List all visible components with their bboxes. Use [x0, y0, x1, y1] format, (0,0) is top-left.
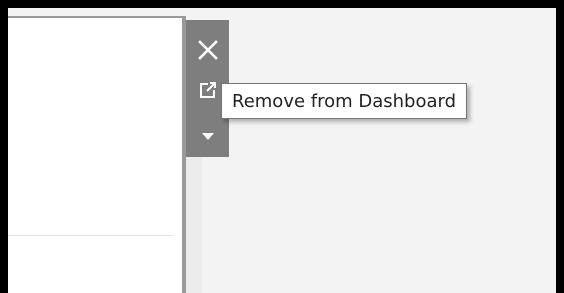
- more-options-button[interactable]: [186, 116, 229, 156]
- panel-gap: [186, 157, 202, 293]
- close-icon: [197, 40, 218, 60]
- dashboard-sheet-panel[interactable]: [8, 16, 186, 293]
- panel-divider: [8, 235, 174, 236]
- dashboard-canvas: Remove from Dashboard: [8, 8, 556, 293]
- open-in-new-icon: [199, 82, 216, 98]
- dropdown-arrow-icon: [201, 133, 214, 140]
- tooltip: Remove from Dashboard: [221, 83, 468, 119]
- remove-from-dashboard-button[interactable]: [186, 30, 229, 70]
- tooltip-text: Remove from Dashboard: [232, 90, 457, 112]
